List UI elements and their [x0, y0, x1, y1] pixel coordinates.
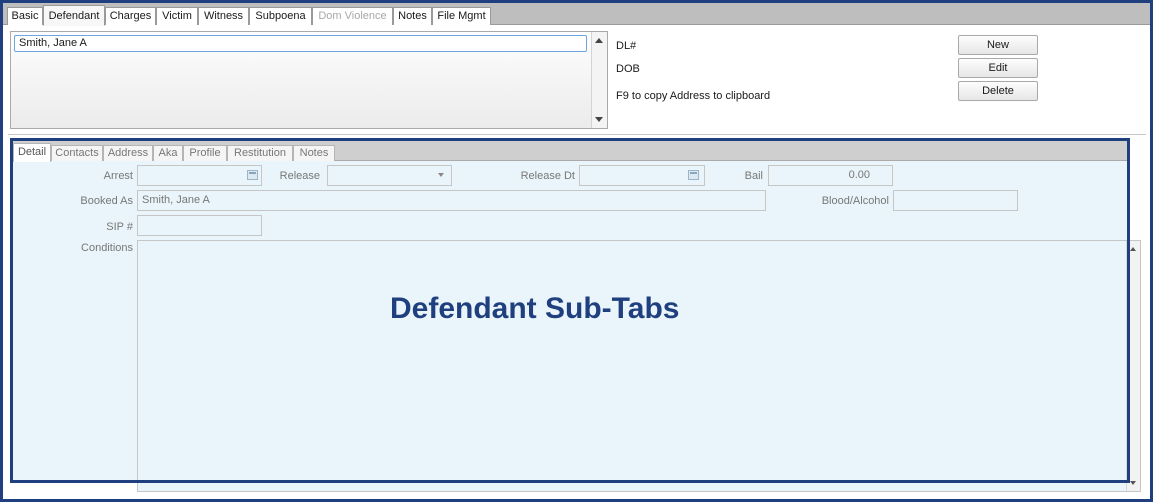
- main-tab-bar: Basic Defendant Charges Victim Witness S…: [3, 3, 1150, 26]
- conditions-textarea[interactable]: [137, 240, 1141, 492]
- f9-hint: F9 to copy Address to clipboard: [616, 90, 771, 102]
- release-dropdown[interactable]: [327, 165, 452, 186]
- section-divider: [8, 134, 1146, 135]
- dl-label: DL#: [616, 40, 637, 52]
- defendant-list-item[interactable]: Smith, Jane A: [14, 35, 587, 52]
- arrest-date-field[interactable]: [137, 165, 262, 186]
- booked-as-label: Booked As: [80, 195, 133, 207]
- tab-defendant[interactable]: Defendant: [43, 5, 105, 26]
- release-dt-field[interactable]: [579, 165, 705, 186]
- blood-alcohol-label: Blood/Alcohol: [821, 195, 889, 207]
- chevron-down-icon[interactable]: [438, 173, 444, 177]
- conditions-scrollbar[interactable]: [1126, 241, 1140, 491]
- conditions-label: Conditions: [81, 242, 133, 254]
- subtab-detail[interactable]: Detail: [13, 143, 51, 162]
- calendar-icon[interactable]: [688, 170, 699, 180]
- calendar-icon[interactable]: [247, 170, 258, 180]
- edit-button[interactable]: Edit: [958, 58, 1038, 78]
- subtab-aka[interactable]: Aka: [153, 145, 183, 161]
- delete-button[interactable]: Delete: [958, 81, 1038, 101]
- release-dt-label: Release Dt: [520, 170, 575, 182]
- defendant-list-scrollbar[interactable]: [591, 32, 607, 128]
- callout-label: Defendant Sub-Tabs: [390, 292, 680, 325]
- arrest-label: Arrest: [103, 170, 133, 182]
- tab-file-mgmt[interactable]: File Mgmt: [432, 7, 491, 25]
- subtab-contacts[interactable]: Contacts: [51, 145, 103, 161]
- release-label: Release: [279, 170, 320, 182]
- tab-witness[interactable]: Witness: [198, 7, 249, 25]
- new-button[interactable]: New: [958, 35, 1038, 55]
- tab-notes[interactable]: Notes: [393, 7, 432, 25]
- blood-alcohol-field[interactable]: [893, 190, 1018, 211]
- tab-subpoena[interactable]: Subpoena: [249, 7, 312, 25]
- tab-charges[interactable]: Charges: [105, 7, 156, 25]
- tab-basic[interactable]: Basic: [7, 7, 43, 25]
- dob-label: DOB: [616, 63, 640, 75]
- subtab-address[interactable]: Address: [103, 145, 153, 161]
- subtab-notes[interactable]: Notes: [293, 145, 335, 161]
- defendant-list[interactable]: Smith, Jane A: [10, 31, 608, 129]
- tab-victim[interactable]: Victim: [156, 7, 198, 25]
- scroll-up-icon[interactable]: [595, 38, 603, 43]
- subtab-restitution[interactable]: Restitution: [227, 145, 293, 161]
- scroll-down-icon[interactable]: [595, 117, 603, 122]
- sip-label: SIP #: [106, 221, 133, 233]
- subtab-bar: Detail Contacts Address Aka Profile Rest…: [10, 140, 1130, 162]
- scroll-down-icon[interactable]: [1130, 481, 1136, 485]
- tab-dom-violence: Dom Violence: [312, 7, 393, 25]
- bail-label: Bail: [744, 170, 763, 182]
- scroll-up-icon[interactable]: [1130, 247, 1136, 251]
- booked-as-field[interactable]: Smith, Jane A: [137, 190, 766, 211]
- bail-field[interactable]: 0.00: [768, 165, 893, 186]
- subtab-profile[interactable]: Profile: [183, 145, 227, 161]
- sip-field[interactable]: [137, 215, 262, 236]
